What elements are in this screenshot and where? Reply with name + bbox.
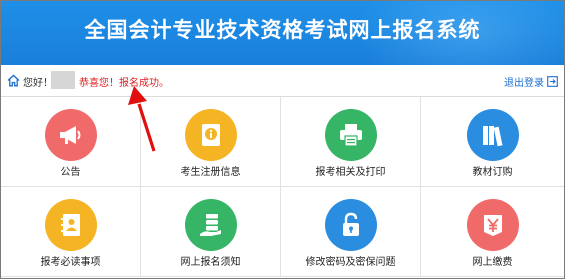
tile-candidate-registration[interactable]: 考生注册信息 — [141, 97, 281, 187]
print-circle — [324, 109, 377, 161]
tile-label: 报考必读事项 — [40, 257, 101, 268]
tile-label: 网上缴费 — [472, 257, 513, 268]
yen-payment-icon — [483, 215, 502, 236]
logout-icon — [547, 76, 558, 87]
notice-circle — [184, 199, 237, 251]
page-header: 全国会计专业技术资格考试网上报名系统 — [1, 1, 564, 65]
tile-label: 报考相关及打印 — [315, 167, 386, 178]
announcement-circle — [44, 109, 97, 161]
tile-online-payment[interactable]: 网上缴费 — [421, 187, 564, 277]
logout-label: 退出登录 — [504, 78, 544, 89]
browser-frame: 全国会计专业技术资格考试网上报名系统 您好！ 恭喜您！报名成功。 退出登录 公告… — [0, 0, 565, 279]
status-bar: 您好！ 恭喜您！报名成功。 退出登录 — [1, 65, 564, 97]
tile-label: 考生注册信息 — [180, 167, 241, 178]
password-circle — [324, 199, 377, 251]
tile-exam-print[interactable]: 报考相关及打印 — [281, 97, 421, 187]
megaphone-icon — [59, 126, 80, 144]
must-read-circle — [44, 199, 97, 251]
tile-label: 公告 — [60, 167, 81, 178]
tile-textbook-order[interactable]: 教材订购 — [421, 97, 564, 187]
lock-icon — [342, 212, 359, 236]
textbook-circle — [466, 109, 519, 161]
username-redacted — [51, 71, 75, 89]
tile-change-password[interactable]: 修改密码及密保问题 — [281, 187, 421, 277]
registration-circle — [184, 109, 237, 161]
info-document-icon — [201, 124, 220, 146]
menu-grid: 公告 考生注册信息 报考相关及打印 教材订购 报考必读事项 网上报名须知 修改密… — [1, 97, 564, 278]
logout-link[interactable]: 退出登录 — [504, 74, 558, 89]
contact-book-icon — [60, 214, 80, 236]
home-icon[interactable] — [7, 74, 20, 87]
page-title: 全国会计专业技术资格考试网上报名系统 — [84, 18, 481, 42]
payment-circle — [466, 199, 519, 251]
tile-label: 网上报名须知 — [180, 257, 241, 268]
books-icon — [482, 126, 503, 147]
printer-icon — [339, 124, 362, 147]
tile-must-read[interactable]: 报考必读事项 — [1, 187, 141, 277]
tile-announcement[interactable]: 公告 — [1, 97, 141, 187]
greeting-text: 您好！ — [23, 78, 53, 89]
tile-label: 修改密码及密保问题 — [305, 257, 396, 268]
tile-online-registration-notice[interactable]: 网上报名须知 — [141, 187, 281, 277]
server-hand-icon — [199, 214, 221, 236]
success-message: 恭喜您！报名成功。 — [79, 78, 169, 89]
tile-label: 教材订购 — [472, 167, 513, 178]
